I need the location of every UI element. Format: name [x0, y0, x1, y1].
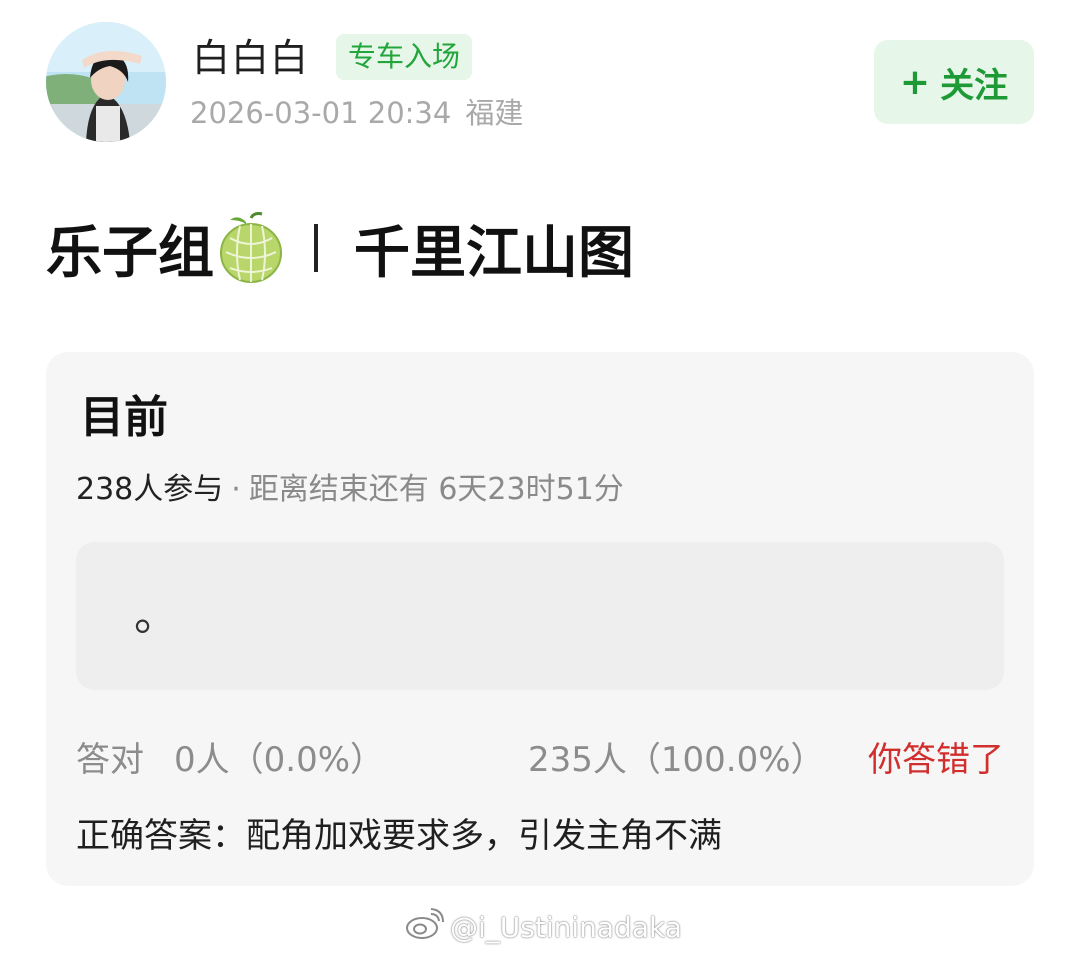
quiz-option[interactable]: 。 [76, 542, 1004, 690]
quiz-option-text: 。 [134, 590, 178, 641]
quiz-stats: 238人参与 · 距离结束还有 6天23时51分 [76, 470, 624, 510]
result-row: 答对 0人（0.0%） 235人（100.0%） 你答错了 [76, 738, 1004, 782]
weibo-icon [404, 907, 444, 947]
melon-icon [218, 212, 284, 284]
post-title-left: 乐子组 [46, 220, 214, 286]
title-separator [314, 224, 318, 272]
post-title-right: 千里江山图 [354, 220, 634, 286]
wrong-label: 你答错了 [868, 740, 1004, 780]
wrong-count: 235人（100.0%） [528, 740, 825, 780]
quiz-title: 目前 [80, 392, 168, 443]
avatar[interactable] [46, 22, 166, 142]
correct-label: 答对 [76, 740, 144, 780]
watermark: @i_Ustininadaka [404, 906, 682, 948]
countdown: 距离结束还有 6天23时51分 [248, 472, 624, 507]
watermark-handle: @i_Ustininadaka [450, 910, 682, 944]
correct-count: 0人（0.0%） [174, 740, 385, 780]
participant-count: 238人参与 [76, 472, 224, 507]
correct-answer: 正确答案：配角加戏要求多，引发主角不满 [76, 816, 722, 856]
post-date: 2026-03-01 20:34 [190, 96, 452, 130]
post-meta: 2026-03-01 20:34 福建 [190, 92, 523, 134]
username[interactable]: 白白白 [192, 32, 309, 84]
stats-separator: · [231, 472, 241, 507]
plus-icon: + [899, 61, 931, 103]
follow-label: 关注 [940, 65, 1009, 106]
follow-button[interactable]: + 关注 [874, 40, 1034, 124]
vip-badge: 专车入场 [336, 34, 473, 80]
post-location: 福建 [465, 96, 524, 130]
quiz-card: 目前 238人参与 · 距离结束还有 6天23时51分 。 答对 0人（0.0%） … [46, 352, 1034, 886]
post-title: 乐子组 千里江山图 [46, 208, 634, 288]
avatar-photo [46, 22, 166, 142]
